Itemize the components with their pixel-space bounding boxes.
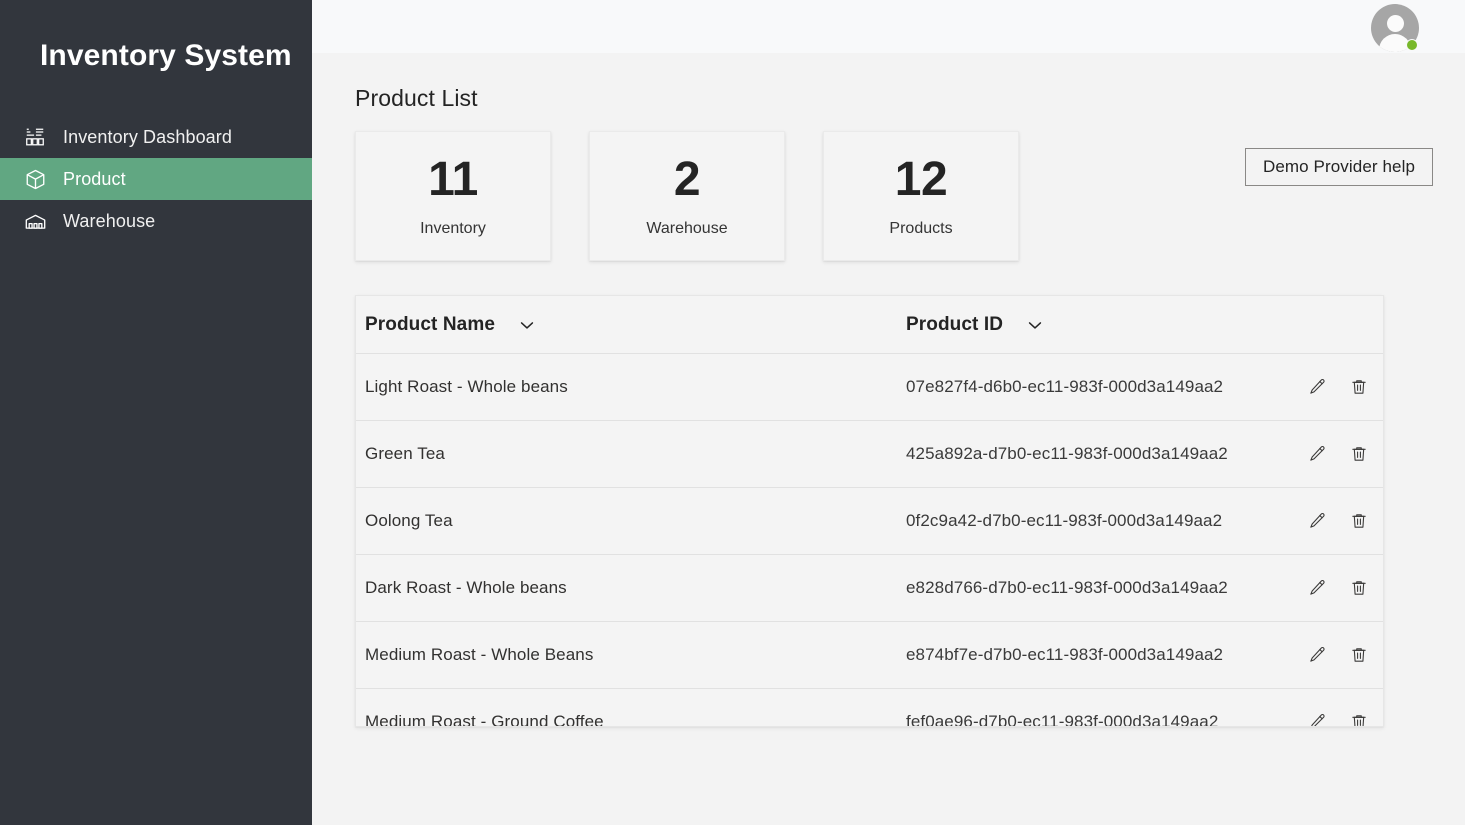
cell-product-id: e874bf7e-d7b0-ec11-983f-000d3a149aa2 xyxy=(906,645,1306,665)
column-header-label: Product ID xyxy=(906,314,1003,336)
sidebar-item-label: Warehouse xyxy=(63,210,155,232)
table-row[interactable]: Oolong Tea 0f2c9a42-d7b0-ec11-983f-000d3… xyxy=(356,488,1383,555)
sidebar-item-inventory-dashboard[interactable]: Inventory Dashboard xyxy=(0,116,312,158)
table-header-row: Product Name Product ID xyxy=(356,296,1383,354)
product-table: Product Name Product ID xyxy=(355,295,1384,727)
table-body: Light Roast - Whole beans 07e827f4-d6b0-… xyxy=(356,354,1383,727)
sidebar-item-product[interactable]: Product xyxy=(0,158,312,200)
cell-product-id: 07e827f4-d6b0-ec11-983f-000d3a149aa2 xyxy=(906,377,1306,397)
sidebar-nav: Inventory Dashboard Product xyxy=(0,116,312,242)
edit-pencil-icon[interactable] xyxy=(1306,376,1328,398)
cell-product-name: Oolong Tea xyxy=(365,511,906,531)
cell-product-id: fef0ae96-d7b0-ec11-983f-000d3a149aa2 xyxy=(906,712,1306,727)
table-row[interactable]: Green Tea 425a892a-d7b0-ec11-983f-000d3a… xyxy=(356,421,1383,488)
delete-trash-icon[interactable] xyxy=(1348,443,1370,465)
cell-actions xyxy=(1306,577,1383,599)
sidebar-item-warehouse[interactable]: Warehouse xyxy=(0,200,312,242)
stat-value: 2 xyxy=(674,153,700,207)
stat-card-inventory[interactable]: 11 Inventory xyxy=(355,131,551,261)
user-avatar-icon[interactable] xyxy=(1371,4,1419,52)
stat-value: 11 xyxy=(428,153,478,207)
page-content: Product List Demo Provider help 11 Inven… xyxy=(312,84,1465,727)
table-row[interactable]: Dark Roast - Whole beans e828d766-d7b0-e… xyxy=(356,555,1383,622)
package-box-icon xyxy=(23,167,47,191)
chevron-down-icon[interactable] xyxy=(517,315,537,335)
stat-card-products[interactable]: 12 Products xyxy=(823,131,1019,261)
cell-actions xyxy=(1306,510,1383,532)
delete-trash-icon[interactable] xyxy=(1348,644,1370,666)
dashboard-chart-icon xyxy=(23,125,47,149)
cell-product-name: Green Tea xyxy=(365,444,906,464)
edit-pencil-icon[interactable] xyxy=(1306,711,1328,727)
demo-provider-help-button[interactable]: Demo Provider help xyxy=(1245,148,1433,186)
sidebar: Inventory System Inventory Dashboard xyxy=(0,0,312,825)
edit-pencil-icon[interactable] xyxy=(1306,510,1328,532)
cell-actions xyxy=(1306,376,1383,398)
stat-value: 12 xyxy=(895,153,947,207)
cell-product-name: Dark Roast - Whole beans xyxy=(365,578,906,598)
main-content: Product List Demo Provider help 11 Inven… xyxy=(312,0,1465,825)
chevron-down-icon[interactable] xyxy=(1025,315,1045,335)
cell-product-name: Medium Roast - Ground Coffee xyxy=(365,712,906,727)
stat-label: Warehouse xyxy=(646,219,727,239)
table-row[interactable]: Medium Roast - Whole Beans e874bf7e-d7b0… xyxy=(356,622,1383,689)
stat-label: Products xyxy=(889,219,952,239)
presence-status-dot xyxy=(1406,39,1418,51)
table-row[interactable]: Medium Roast - Ground Coffee fef0ae96-d7… xyxy=(356,689,1383,727)
warehouse-icon xyxy=(23,209,47,233)
edit-pencil-icon[interactable] xyxy=(1306,443,1328,465)
delete-trash-icon[interactable] xyxy=(1348,376,1370,398)
sidebar-item-label: Inventory Dashboard xyxy=(63,126,232,148)
column-header-label: Product Name xyxy=(365,314,495,336)
cell-actions xyxy=(1306,644,1383,666)
delete-trash-icon[interactable] xyxy=(1348,510,1370,532)
edit-pencil-icon[interactable] xyxy=(1306,577,1328,599)
cell-product-id: 0f2c9a42-d7b0-ec11-983f-000d3a149aa2 xyxy=(906,511,1306,531)
app-root: Inventory System Inventory Dashboard xyxy=(0,0,1465,825)
cell-product-id: 425a892a-d7b0-ec11-983f-000d3a149aa2 xyxy=(906,444,1306,464)
column-header-product-id[interactable]: Product ID xyxy=(906,314,1306,336)
delete-trash-icon[interactable] xyxy=(1348,577,1370,599)
delete-trash-icon[interactable] xyxy=(1348,711,1370,727)
cell-product-name: Light Roast - Whole beans xyxy=(365,377,906,397)
cell-product-name: Medium Roast - Whole Beans xyxy=(365,645,906,665)
stat-label: Inventory xyxy=(420,219,486,239)
cell-product-id: e828d766-d7b0-ec11-983f-000d3a149aa2 xyxy=(906,578,1306,598)
top-bar xyxy=(312,0,1465,53)
column-header-product-name[interactable]: Product Name xyxy=(365,314,906,336)
cell-actions xyxy=(1306,711,1383,727)
table-row[interactable]: Light Roast - Whole beans 07e827f4-d6b0-… xyxy=(356,354,1383,421)
stat-card-warehouse[interactable]: 2 Warehouse xyxy=(589,131,785,261)
cell-actions xyxy=(1306,443,1383,465)
avatar-head xyxy=(1387,15,1404,32)
sidebar-item-label: Product xyxy=(63,168,126,190)
page-title: Product List xyxy=(355,84,1465,112)
edit-pencil-icon[interactable] xyxy=(1306,644,1328,666)
app-title: Inventory System xyxy=(0,0,312,76)
